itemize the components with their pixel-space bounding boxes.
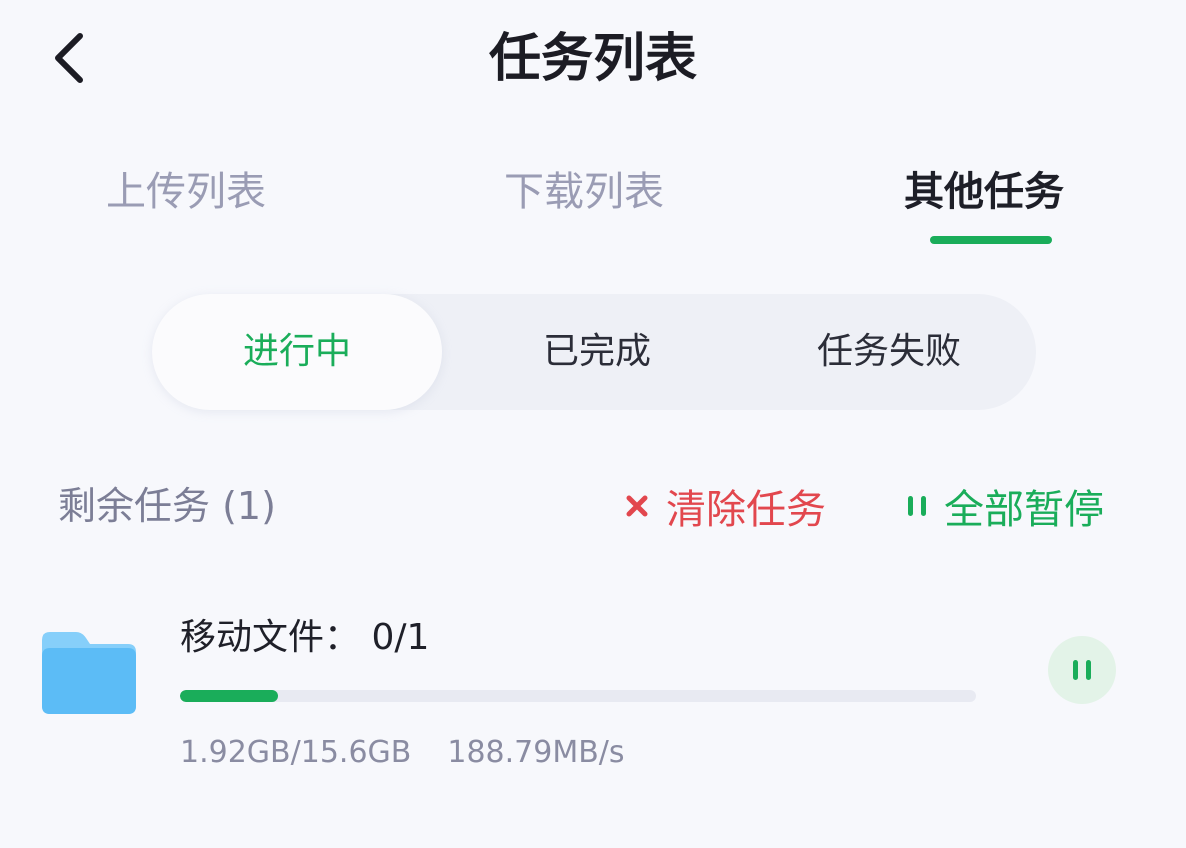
folder-icon <box>42 632 136 714</box>
task-size: 1.92GB/15.6GB <box>180 735 412 770</box>
active-tab-indicator <box>930 236 1052 244</box>
pause-icon <box>908 496 926 516</box>
segment-failed[interactable]: 任务失败 <box>742 294 1036 410</box>
segment-completed[interactable]: 已完成 <box>452 294 742 410</box>
tab-upload-list[interactable]: 上传列表 <box>106 160 266 240</box>
tab-other-tasks[interactable]: 其他任务 <box>904 160 1064 240</box>
task-speed: 188.79MB/s <box>447 735 625 770</box>
header: 任务列表 <box>0 0 1186 120</box>
pause-all-label: 全部暂停 <box>944 487 1104 533</box>
task-row: 移动文件： 0/1 1.92GB/15.6GB 188.79MB/s <box>0 600 1186 800</box>
remaining-tasks-label: 剩余任务 (1) <box>58 484 276 528</box>
task-toolbar: 剩余任务 (1) 清除任务 全部暂停 <box>0 470 1186 550</box>
pause-all-button[interactable]: 全部暂停 <box>904 474 1104 538</box>
task-pause-button[interactable] <box>1048 636 1116 704</box>
tab-download-list[interactable]: 下载列表 <box>504 160 664 240</box>
status-segment-control: 进行中 已完成 任务失败 <box>152 294 1036 410</box>
task-progress-bar <box>180 690 976 702</box>
close-icon <box>626 495 648 517</box>
pause-icon <box>1073 660 1091 680</box>
task-meta: 1.92GB/15.6GB 188.79MB/s <box>180 728 625 778</box>
task-progress-fill <box>180 690 278 702</box>
clear-tasks-label: 清除任务 <box>666 487 826 533</box>
page-title: 任务列表 <box>488 29 697 89</box>
task-name: 移动文件： 0/1 <box>180 617 430 658</box>
clear-tasks-button[interactable]: 清除任务 <box>622 474 826 538</box>
segment-in-progress[interactable]: 进行中 <box>152 294 442 410</box>
